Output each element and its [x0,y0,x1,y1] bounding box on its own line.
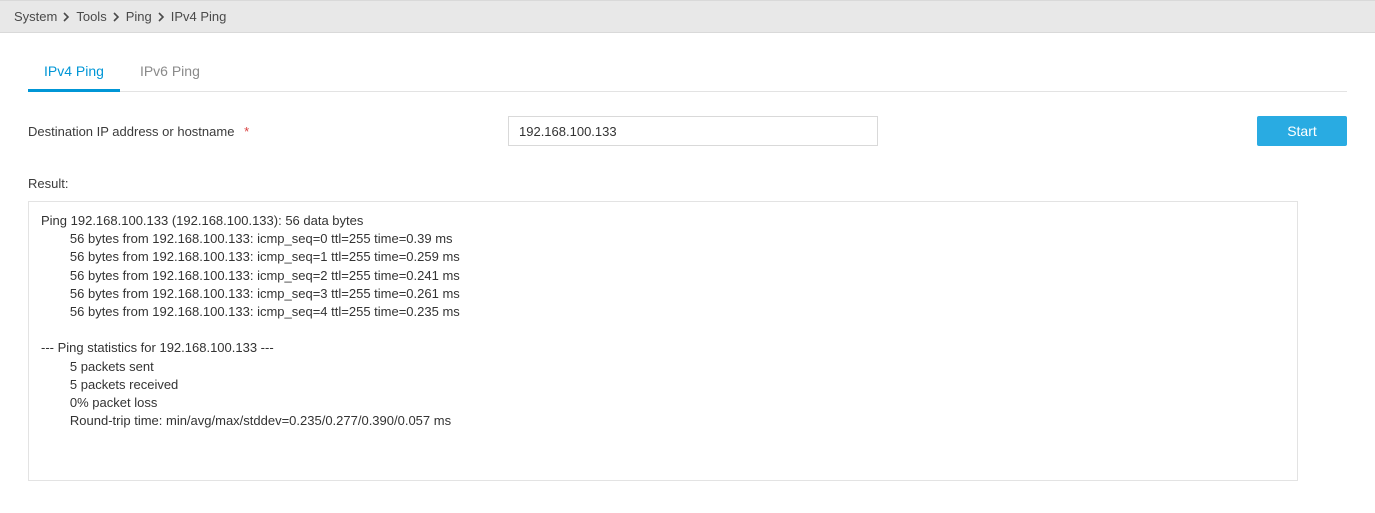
tab-ipv6-ping[interactable]: IPv6 Ping [124,51,216,91]
result-label: Result: [28,176,1347,191]
required-indicator: * [244,124,249,139]
breadcrumb-item-system[interactable]: System [14,9,57,24]
result-output: Ping 192.168.100.133 (192.168.100.133): … [28,201,1298,481]
destination-label-text: Destination IP address or hostname [28,124,234,139]
chevron-right-icon [113,12,120,22]
start-button[interactable]: Start [1257,116,1347,146]
chevron-right-icon [158,12,165,22]
destination-label: Destination IP address or hostname * [28,124,508,139]
destination-input[interactable] [508,116,878,146]
breadcrumb-item-ipv4-ping: IPv4 Ping [171,9,227,24]
breadcrumb-item-ping[interactable]: Ping [126,9,152,24]
breadcrumb-item-tools[interactable]: Tools [76,9,106,24]
form-row-destination: Destination IP address or hostname * Sta… [28,116,1347,146]
tab-ipv4-ping[interactable]: IPv4 Ping [28,51,120,91]
tabs: IPv4 Ping IPv6 Ping [28,51,1347,92]
breadcrumb: System Tools Ping IPv4 Ping [0,0,1375,33]
chevron-right-icon [63,12,70,22]
